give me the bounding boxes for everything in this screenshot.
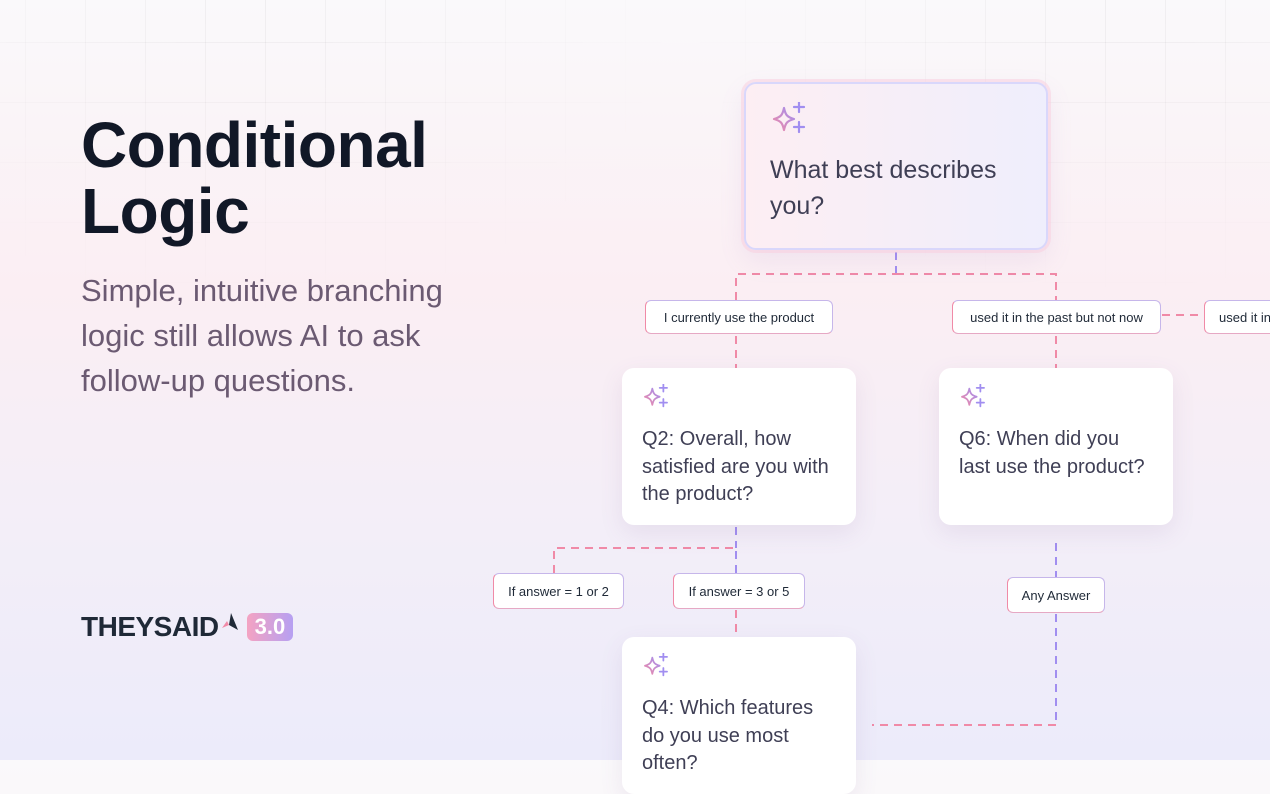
q2-text: Q2: Overall, how satisfied are you with … (642, 428, 829, 505)
q4-text: Q4: Which features do you use most often… (642, 697, 814, 774)
root-question-card[interactable]: What best describes you? (744, 82, 1048, 250)
sparkle-icon (772, 100, 806, 134)
q4-card[interactable]: Q4: Which features do you use most often… (622, 637, 856, 794)
branch-answer-1-or-2[interactable]: If answer = 1 or 2 (493, 573, 624, 609)
branch-answer-3-or-5[interactable]: If answer = 3 or 5 (673, 573, 805, 609)
root-question-text: What best describes you? (770, 156, 997, 220)
sparkle-icon (961, 383, 985, 408)
sparkle-icon (644, 652, 668, 677)
branch-cropped[interactable]: used it in (1204, 300, 1270, 334)
branch-any-answer[interactable]: Any Answer (1007, 577, 1105, 613)
sparkle-icon (644, 383, 668, 408)
branch-past-user[interactable]: used it in the past but not now (952, 300, 1161, 334)
q6-text: Q6: When did you last use the product? (959, 428, 1145, 478)
q2-card[interactable]: Q2: Overall, how satisfied are you with … (622, 368, 856, 525)
branch-current-user[interactable]: I currently use the product (645, 300, 833, 334)
q6-card[interactable]: Q6: When did you last use the product? (939, 368, 1173, 525)
